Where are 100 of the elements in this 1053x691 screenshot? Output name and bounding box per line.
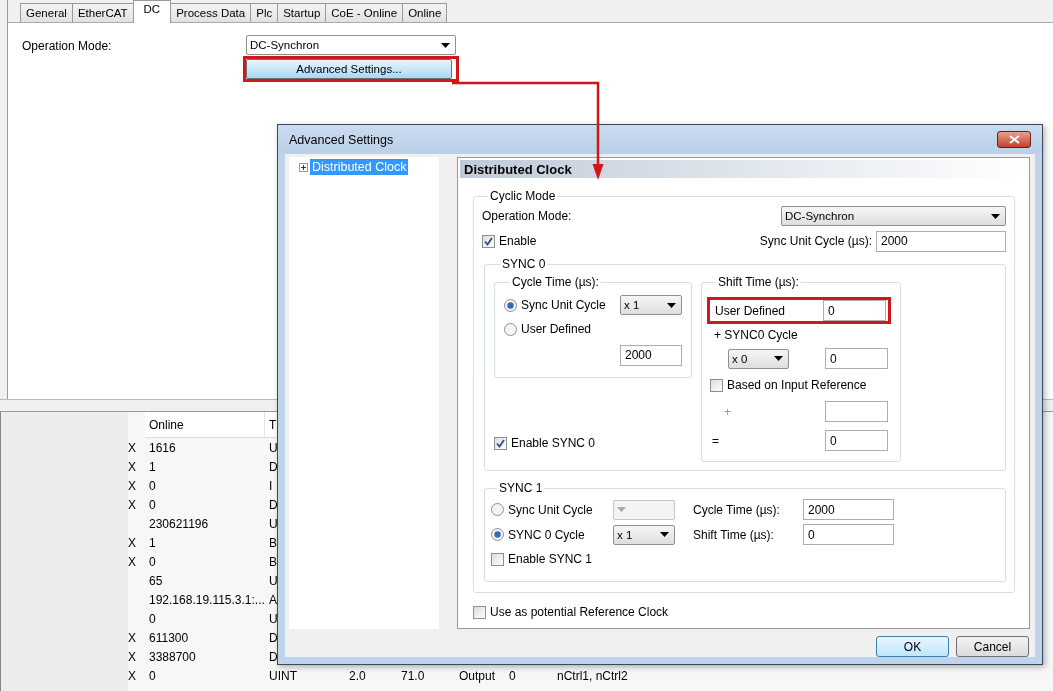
- checkbox[interactable]: [710, 378, 723, 392]
- table-cell: X: [128, 459, 136, 474]
- tab[interactable]: Startup: [277, 3, 327, 22]
- field-label: Operation Mode:: [22, 39, 113, 53]
- tab[interactable]: EtherCAT: [71, 3, 134, 22]
- group-label: Shift Time (µs):: [717, 275, 800, 289]
- field-label: Operation Mode:: [482, 209, 573, 223]
- checkbox[interactable]: [491, 552, 504, 566]
- table-cell: Output: [459, 668, 496, 683]
- input-field[interactable]: 0: [823, 300, 886, 321]
- checkbox-label: Enable: [499, 234, 537, 248]
- table-cell: 0: [149, 478, 156, 493]
- table-cell: X: [128, 478, 136, 493]
- table-cell: 1616: [149, 440, 176, 455]
- tab[interactable]: CoE - Online: [325, 3, 404, 22]
- input-field[interactable]: 0: [825, 430, 888, 451]
- checkbox-label: Use as potential Reference Clock: [490, 605, 669, 619]
- caret-icon: [991, 213, 1000, 219]
- input-field[interactable]: [825, 401, 888, 422]
- table-cell: 0: [509, 668, 516, 683]
- table-cell: A: [269, 592, 277, 607]
- table-cell: X: [128, 668, 136, 683]
- table-cell: nCtrl1, nCtrl2: [557, 668, 628, 683]
- table-cell: 0: [149, 668, 156, 683]
- table-cell: U: [269, 611, 278, 626]
- checkbox-label: Based on Input Reference: [727, 378, 867, 392]
- table-cell: D: [269, 630, 278, 645]
- field-label: + SYNC0 Cycle: [714, 328, 798, 342]
- table-cell: 71.0: [401, 668, 425, 683]
- checkbox-label: Enable SYNC 0: [511, 436, 596, 450]
- equals-sign: =: [712, 433, 719, 448]
- table-cell: 192.168.19.115.3.1:...: [149, 592, 265, 607]
- close-icon: [1008, 135, 1020, 144]
- table-cell: X: [128, 649, 136, 664]
- group-label: SYNC 1: [498, 481, 544, 495]
- checkbox-label: Enable SYNC 1: [508, 552, 593, 566]
- dropdown[interactable]: DC-Synchron: [781, 206, 1006, 226]
- dropdown[interactable]: x 1: [613, 524, 675, 545]
- field-label: Shift Time (µs):: [693, 527, 775, 542]
- dialog-button[interactable]: OK: [876, 636, 949, 657]
- table-cell: 611300: [149, 630, 189, 645]
- caret-icon: [441, 42, 450, 48]
- input-field[interactable]: 0: [825, 348, 888, 369]
- expand-icon[interactable]: [299, 162, 308, 172]
- field-label: User Defined: [715, 303, 786, 318]
- field-label: Cycle Time (µs):: [693, 502, 781, 517]
- group-label: SYNC 0: [501, 257, 547, 271]
- input-field[interactable]: 2000: [876, 230, 1006, 252]
- caret-icon: [617, 507, 626, 512]
- close-button[interactable]: [997, 131, 1031, 148]
- table-cell: X: [128, 497, 136, 512]
- table-cell: B: [269, 554, 277, 569]
- checkbox[interactable]: [494, 436, 507, 450]
- table-cell: 3388700: [149, 649, 196, 664]
- checkbox[interactable]: [482, 234, 495, 248]
- radio-button[interactable]: [504, 298, 517, 312]
- radio-label: User Defined: [521, 322, 592, 336]
- radio-label: Sync Unit Cycle: [521, 298, 606, 312]
- dropdown[interactable]: x 1: [620, 295, 682, 315]
- table-cell: 0: [149, 611, 156, 626]
- input-field[interactable]: 2000: [803, 499, 894, 520]
- table-cell: U: [269, 516, 278, 531]
- caret-icon: [667, 302, 676, 308]
- input-field[interactable]: 0: [803, 524, 894, 545]
- checkbox[interactable]: [473, 605, 486, 619]
- table-cell: X: [128, 630, 136, 645]
- group-label: Cyclic Mode: [489, 189, 557, 203]
- table-cell: B: [269, 535, 277, 550]
- caret-icon: [660, 532, 669, 537]
- caret-icon: [774, 356, 783, 361]
- dropdown[interactable]: x 0: [728, 348, 789, 369]
- table-cell: X: [128, 535, 136, 550]
- table-cell: 0: [149, 497, 156, 512]
- dropdown[interactable]: DC-Synchron: [246, 35, 456, 55]
- group-label: Cycle Time (µs):: [511, 275, 600, 289]
- radio-button[interactable]: [504, 322, 517, 336]
- table-cell: D: [269, 497, 278, 512]
- table-cell: 230621196: [149, 516, 209, 531]
- advanced-settings-button[interactable]: Advanced Settings...: [246, 59, 452, 79]
- column-header[interactable]: Online: [145, 412, 265, 438]
- radio-button[interactable]: [491, 503, 504, 516]
- tab[interactable]: Plc: [250, 3, 279, 22]
- table-cell: D: [269, 459, 278, 474]
- table-cell: I: [269, 478, 273, 493]
- tab[interactable]: General: [20, 3, 73, 22]
- table-cell: X: [128, 554, 136, 569]
- tab[interactable]: Process Data: [170, 3, 252, 22]
- radio-button[interactable]: [491, 528, 504, 541]
- input-field[interactable]: 2000: [620, 344, 682, 366]
- table-cell: X: [128, 440, 136, 455]
- dialog-button[interactable]: Cancel: [956, 636, 1029, 657]
- radio-label: Sync Unit Cycle: [508, 502, 593, 517]
- table-cell: U: [269, 573, 278, 588]
- table-cell: UINT: [269, 668, 297, 683]
- table-cell: 2.0: [349, 668, 366, 683]
- field-label: Sync Unit Cycle (µs):: [759, 234, 872, 248]
- table-cell: 65: [149, 573, 163, 588]
- tab[interactable]: DC: [132, 0, 172, 23]
- tab[interactable]: Online: [402, 3, 448, 22]
- table-cell: D: [269, 649, 278, 664]
